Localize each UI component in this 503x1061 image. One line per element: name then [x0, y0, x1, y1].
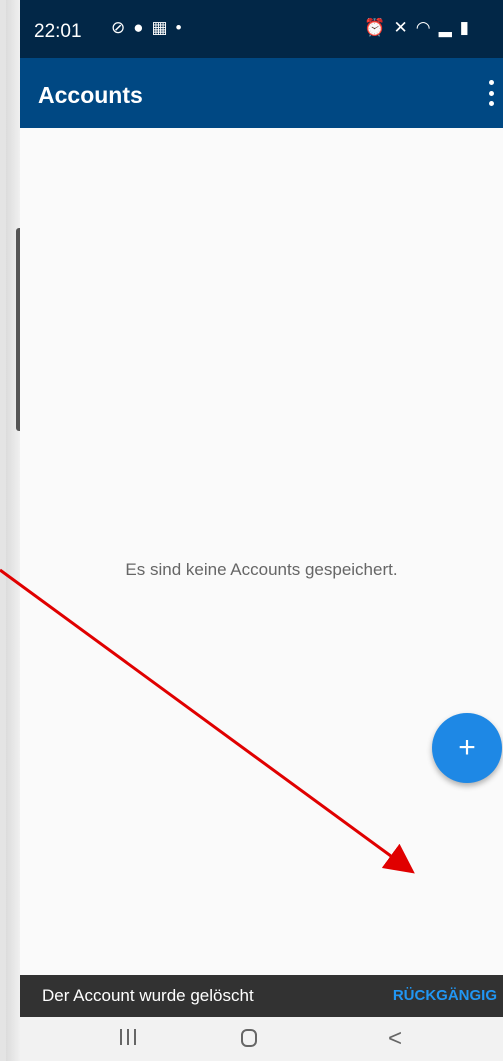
annotation-arrow-line: [0, 568, 415, 874]
annotation-arrow: [0, 568, 415, 874]
